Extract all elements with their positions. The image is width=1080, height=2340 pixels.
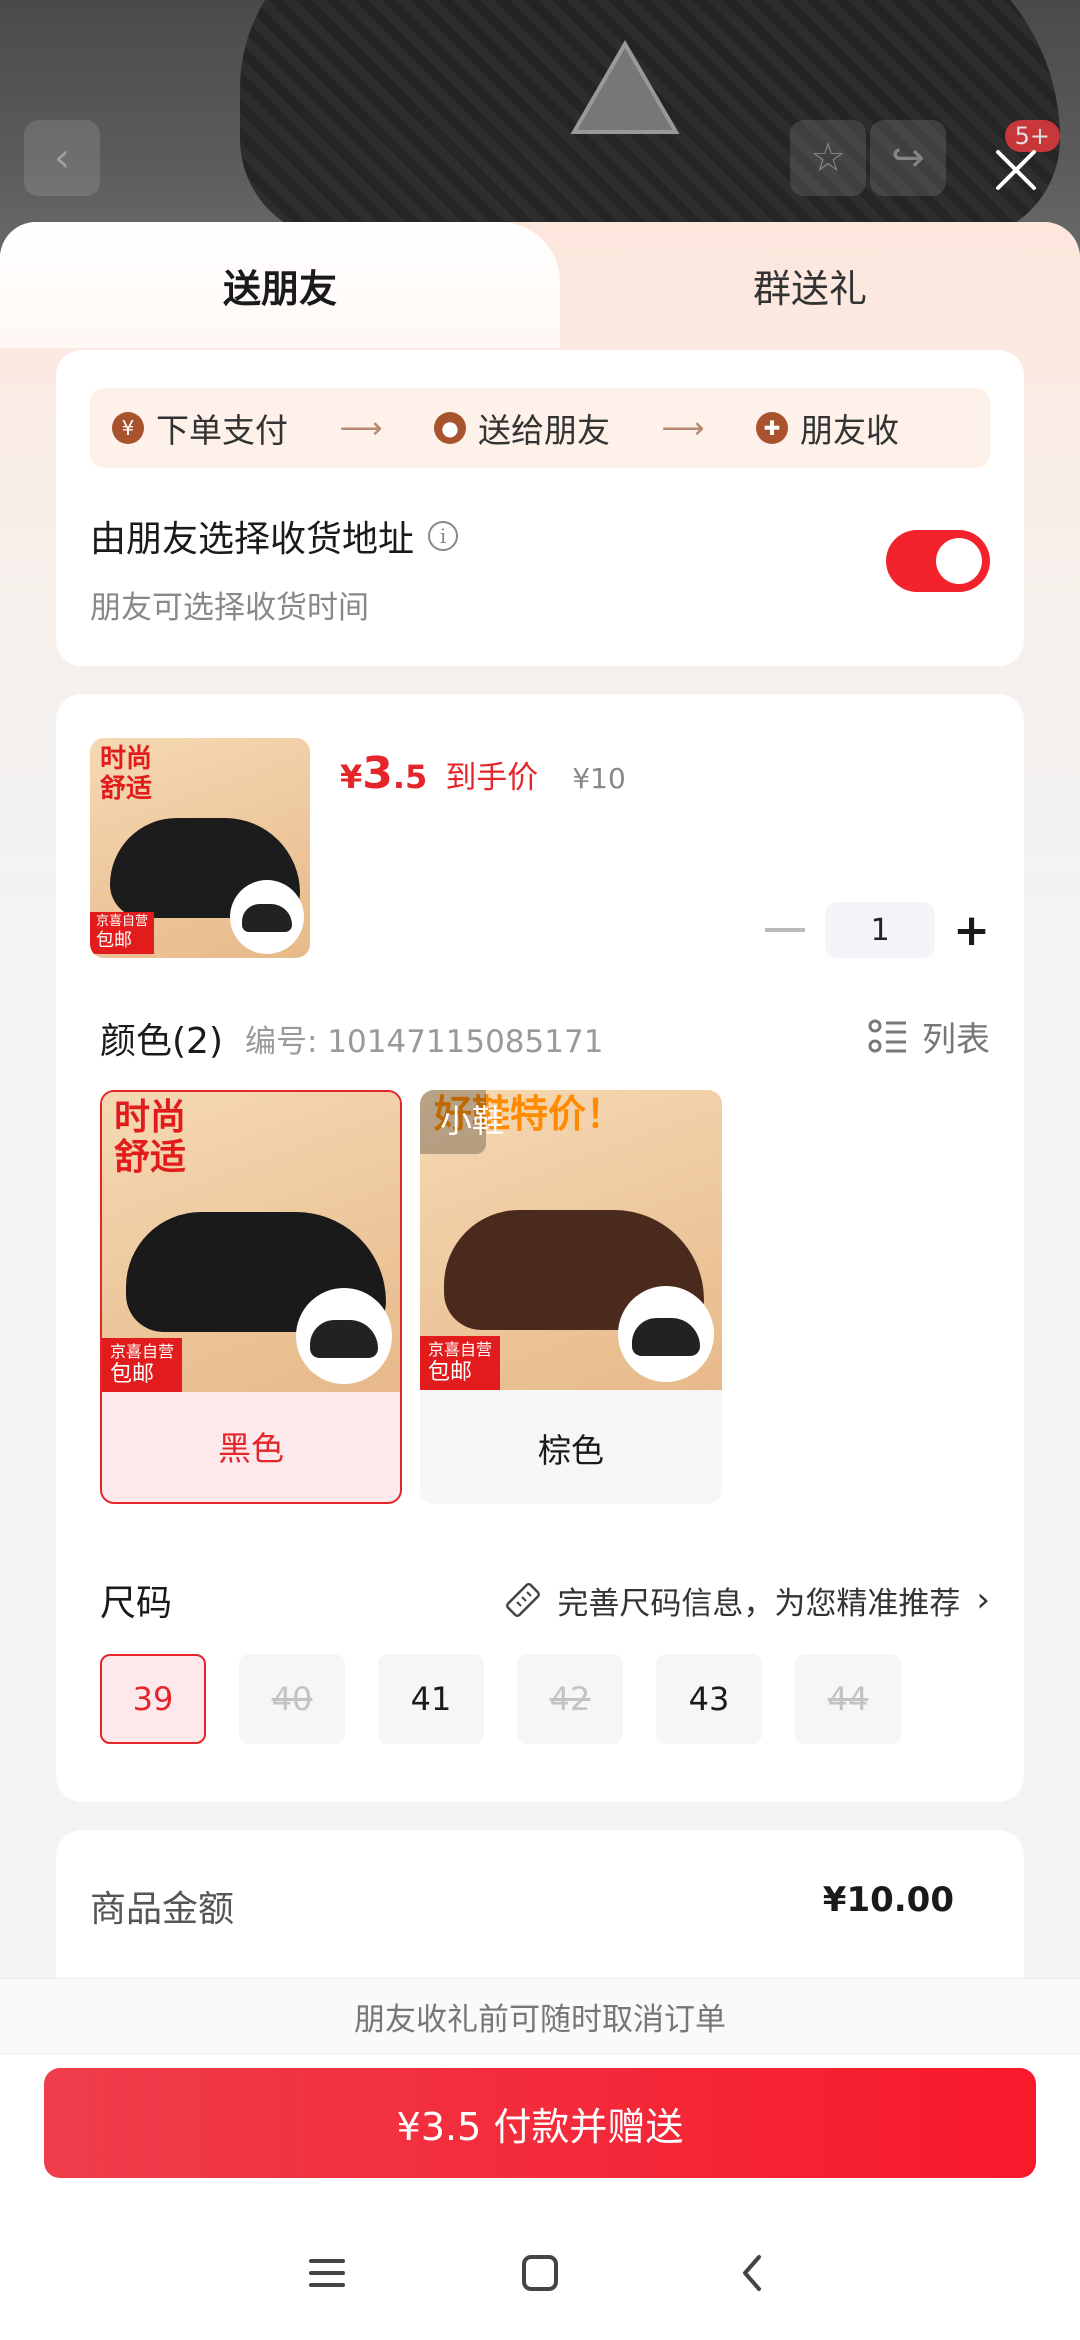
pay-and-gift-button[interactable]: ¥3.5 付款并赠送 — [44, 2068, 1036, 2178]
size-option-39[interactable]: 39 — [100, 1654, 206, 1744]
original-price: ¥10 — [572, 762, 626, 795]
final-price: ¥3.5 — [340, 748, 428, 799]
size-recommend-link[interactable]: 完善尺码信息，为您精准推荐 › — [503, 1578, 990, 1623]
background-product-photo: ‹ ☆ ↪ 5+ — [0, 0, 1080, 260]
flow-step-pay: ¥ 下单支付 — [112, 404, 288, 452]
thumbnail-tag: 京喜自营 包邮 — [90, 912, 155, 954]
back-icon[interactable] — [723, 2243, 783, 2303]
ruler-icon — [506, 1583, 541, 1617]
tab-group-gift[interactable]: 群送礼 — [540, 222, 1080, 348]
size-option-43[interactable]: 43 — [656, 1654, 762, 1744]
quantity-input[interactable]: 1 — [825, 902, 936, 958]
yen-circle-icon: ¥ — [112, 412, 144, 444]
arrow-right-icon: ⟶ — [661, 410, 705, 446]
cancel-notice: 朋友收礼前可随时取消订单 — [0, 1978, 1080, 2054]
address-option-subtitle: 朋友可选择收货时间 — [90, 590, 369, 626]
color-title: 颜色(2) — [100, 1021, 223, 1062]
list-view-button[interactable]: 列表 — [868, 1012, 990, 1061]
color-option-brown[interactable]: 好鞋特价！ 小鞋 京喜自营 包邮 棕色 — [420, 1090, 722, 1504]
thumbnail-promo-text: 时尚 舒适 — [100, 744, 153, 804]
menu-icon[interactable] — [297, 2243, 357, 2303]
home-icon[interactable] — [510, 2243, 570, 2303]
back-button[interactable]: ‹ — [24, 120, 100, 196]
toggle-knob — [936, 538, 982, 584]
system-nav-bar — [0, 2208, 1080, 2338]
minus-button[interactable] — [765, 928, 806, 932]
goods-amount-value: ¥10.00 — [822, 1880, 954, 1920]
product-thumbnail[interactable]: 时尚 舒适 京喜自营 包邮 — [90, 738, 310, 958]
flow-step-send: ● 送给朋友 — [434, 404, 610, 452]
quantity-stepper: 1 + — [765, 902, 990, 958]
product-card: 时尚 舒适 京喜自营 包邮 ¥3.5 到手价 ¥10 1 + 颜色(2) 编号:… — [56, 694, 1024, 1802]
favorite-button[interactable]: ☆ — [790, 120, 866, 196]
close-icon[interactable] — [986, 140, 1046, 200]
footer: 朋友收礼前可随时取消订单 ¥3.5 付款并赠送 — [0, 1978, 1080, 2340]
swatch-inset — [296, 1288, 392, 1384]
size-options: 39 40 41 42 43 44 — [100, 1654, 934, 1744]
swatch-tag: 京喜自营 包邮 — [102, 1338, 183, 1392]
final-price-label: 到手价 — [445, 760, 539, 796]
swatch-inset — [618, 1286, 714, 1382]
size-option-44[interactable]: 44 — [795, 1654, 901, 1744]
tab-bar: 群送礼 送朋友 — [0, 222, 1080, 348]
size-option-41[interactable]: 41 — [378, 1654, 484, 1744]
wechat-circle-icon: ● — [434, 412, 466, 444]
share-button[interactable]: ↪ — [870, 120, 946, 196]
size-option-40[interactable]: 40 — [239, 1654, 345, 1744]
swatch-promo-text: 时尚 舒适 — [114, 1097, 187, 1178]
price-row: ¥3.5 到手价 ¥10 — [340, 748, 626, 799]
size-title: 尺码 — [100, 1583, 173, 1624]
swatch-overlay-text: 小鞋 — [440, 1102, 505, 1140]
color-option-image: 好鞋特价！ 小鞋 京喜自营 包邮 — [420, 1090, 722, 1390]
chevron-right-icon: › — [976, 1580, 990, 1620]
tab-send-friend[interactable]: 送朋友 — [0, 222, 560, 348]
color-option-label: 棕色 — [538, 1431, 604, 1470]
address-toggle[interactable] — [886, 530, 990, 592]
arrow-right-icon: ⟶ — [339, 410, 383, 446]
gift-flow: ¥ 下单支付 ⟶ ● 送给朋友 ⟶ ✚ 朋友收 — [90, 388, 990, 468]
brand-logo-icon — [570, 40, 680, 134]
goods-amount-label: 商品金额 — [90, 1889, 235, 1930]
color-option-black[interactable]: 时尚 舒适 京喜自营 包邮 黑色 — [100, 1090, 402, 1504]
plus-button[interactable]: + — [953, 905, 990, 956]
gift-flow-card: ¥ 下单支付 ⟶ ● 送给朋友 ⟶ ✚ 朋友收 由朋友选择收货地址 i 朋友可选… — [56, 350, 1024, 666]
size-header: 尺码 完善尺码信息，为您精准推荐 › — [100, 1574, 990, 1626]
flow-step-receive: ✚ 朋友收 — [756, 404, 899, 452]
color-option-image: 时尚 舒适 京喜自营 包邮 — [102, 1092, 400, 1392]
address-option-title: 由朋友选择收货地址 i — [90, 510, 459, 562]
gift-circle-icon: ✚ — [756, 412, 788, 444]
list-icon — [868, 1019, 906, 1052]
color-header: 颜色(2) 编号: 10147115085171 列表 — [100, 1012, 990, 1064]
info-icon[interactable]: i — [428, 521, 459, 551]
color-option-label: 黑色 — [218, 1429, 284, 1468]
thumbnail-inset — [230, 880, 304, 954]
swatch-tag: 京喜自营 包邮 — [420, 1336, 501, 1390]
size-option-42[interactable]: 42 — [517, 1654, 623, 1744]
sku-number: 编号: 10147115085171 — [245, 1023, 604, 1060]
